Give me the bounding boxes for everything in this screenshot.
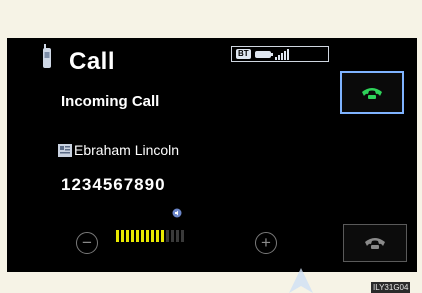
contact-card-icon — [58, 143, 72, 157]
status-bar: BT — [231, 46, 329, 62]
mobile-phone-icon — [43, 44, 51, 68]
volume-segment — [116, 230, 119, 242]
end-call-icon — [365, 238, 385, 249]
phone-call-screen: Call BT Incoming Call Ebraham Lincoln 12… — [7, 38, 417, 272]
volume-segment — [151, 230, 154, 242]
bluetooth-badge: BT — [236, 49, 251, 59]
volume-segment — [171, 230, 174, 242]
volume-segment — [156, 230, 159, 242]
caller-row: Ebraham Lincoln — [58, 142, 179, 158]
volume-down-button[interactable]: − — [76, 232, 98, 254]
battery-icon — [254, 50, 273, 58]
signal-strength-icon — [274, 48, 289, 60]
volume-segment — [181, 230, 184, 242]
call-status-text: Incoming Call — [61, 93, 160, 110]
caller-number: 1234567890 — [61, 175, 166, 194]
arrow-watermark — [289, 268, 313, 293]
answer-call-button[interactable] — [340, 71, 404, 114]
volume-segment — [166, 230, 169, 242]
volume-segment — [136, 230, 139, 242]
volume-level-bar — [116, 230, 184, 242]
end-call-button[interactable] — [343, 224, 407, 262]
volume-segment — [176, 230, 179, 242]
answer-call-icon — [362, 87, 382, 99]
volume-segment — [146, 230, 149, 242]
volume-segment — [141, 230, 144, 242]
volume-segment — [161, 230, 164, 242]
caller-name: Ebraham Lincoln — [74, 142, 180, 158]
volume-up-button[interactable]: + — [255, 232, 277, 254]
volume-segment — [121, 230, 124, 242]
figure-code: ILY31G04 — [371, 282, 411, 293]
speaker-icon — [172, 208, 182, 218]
screen-title: Call — [69, 48, 116, 75]
volume-segment — [131, 230, 134, 242]
volume-segment — [126, 230, 129, 242]
